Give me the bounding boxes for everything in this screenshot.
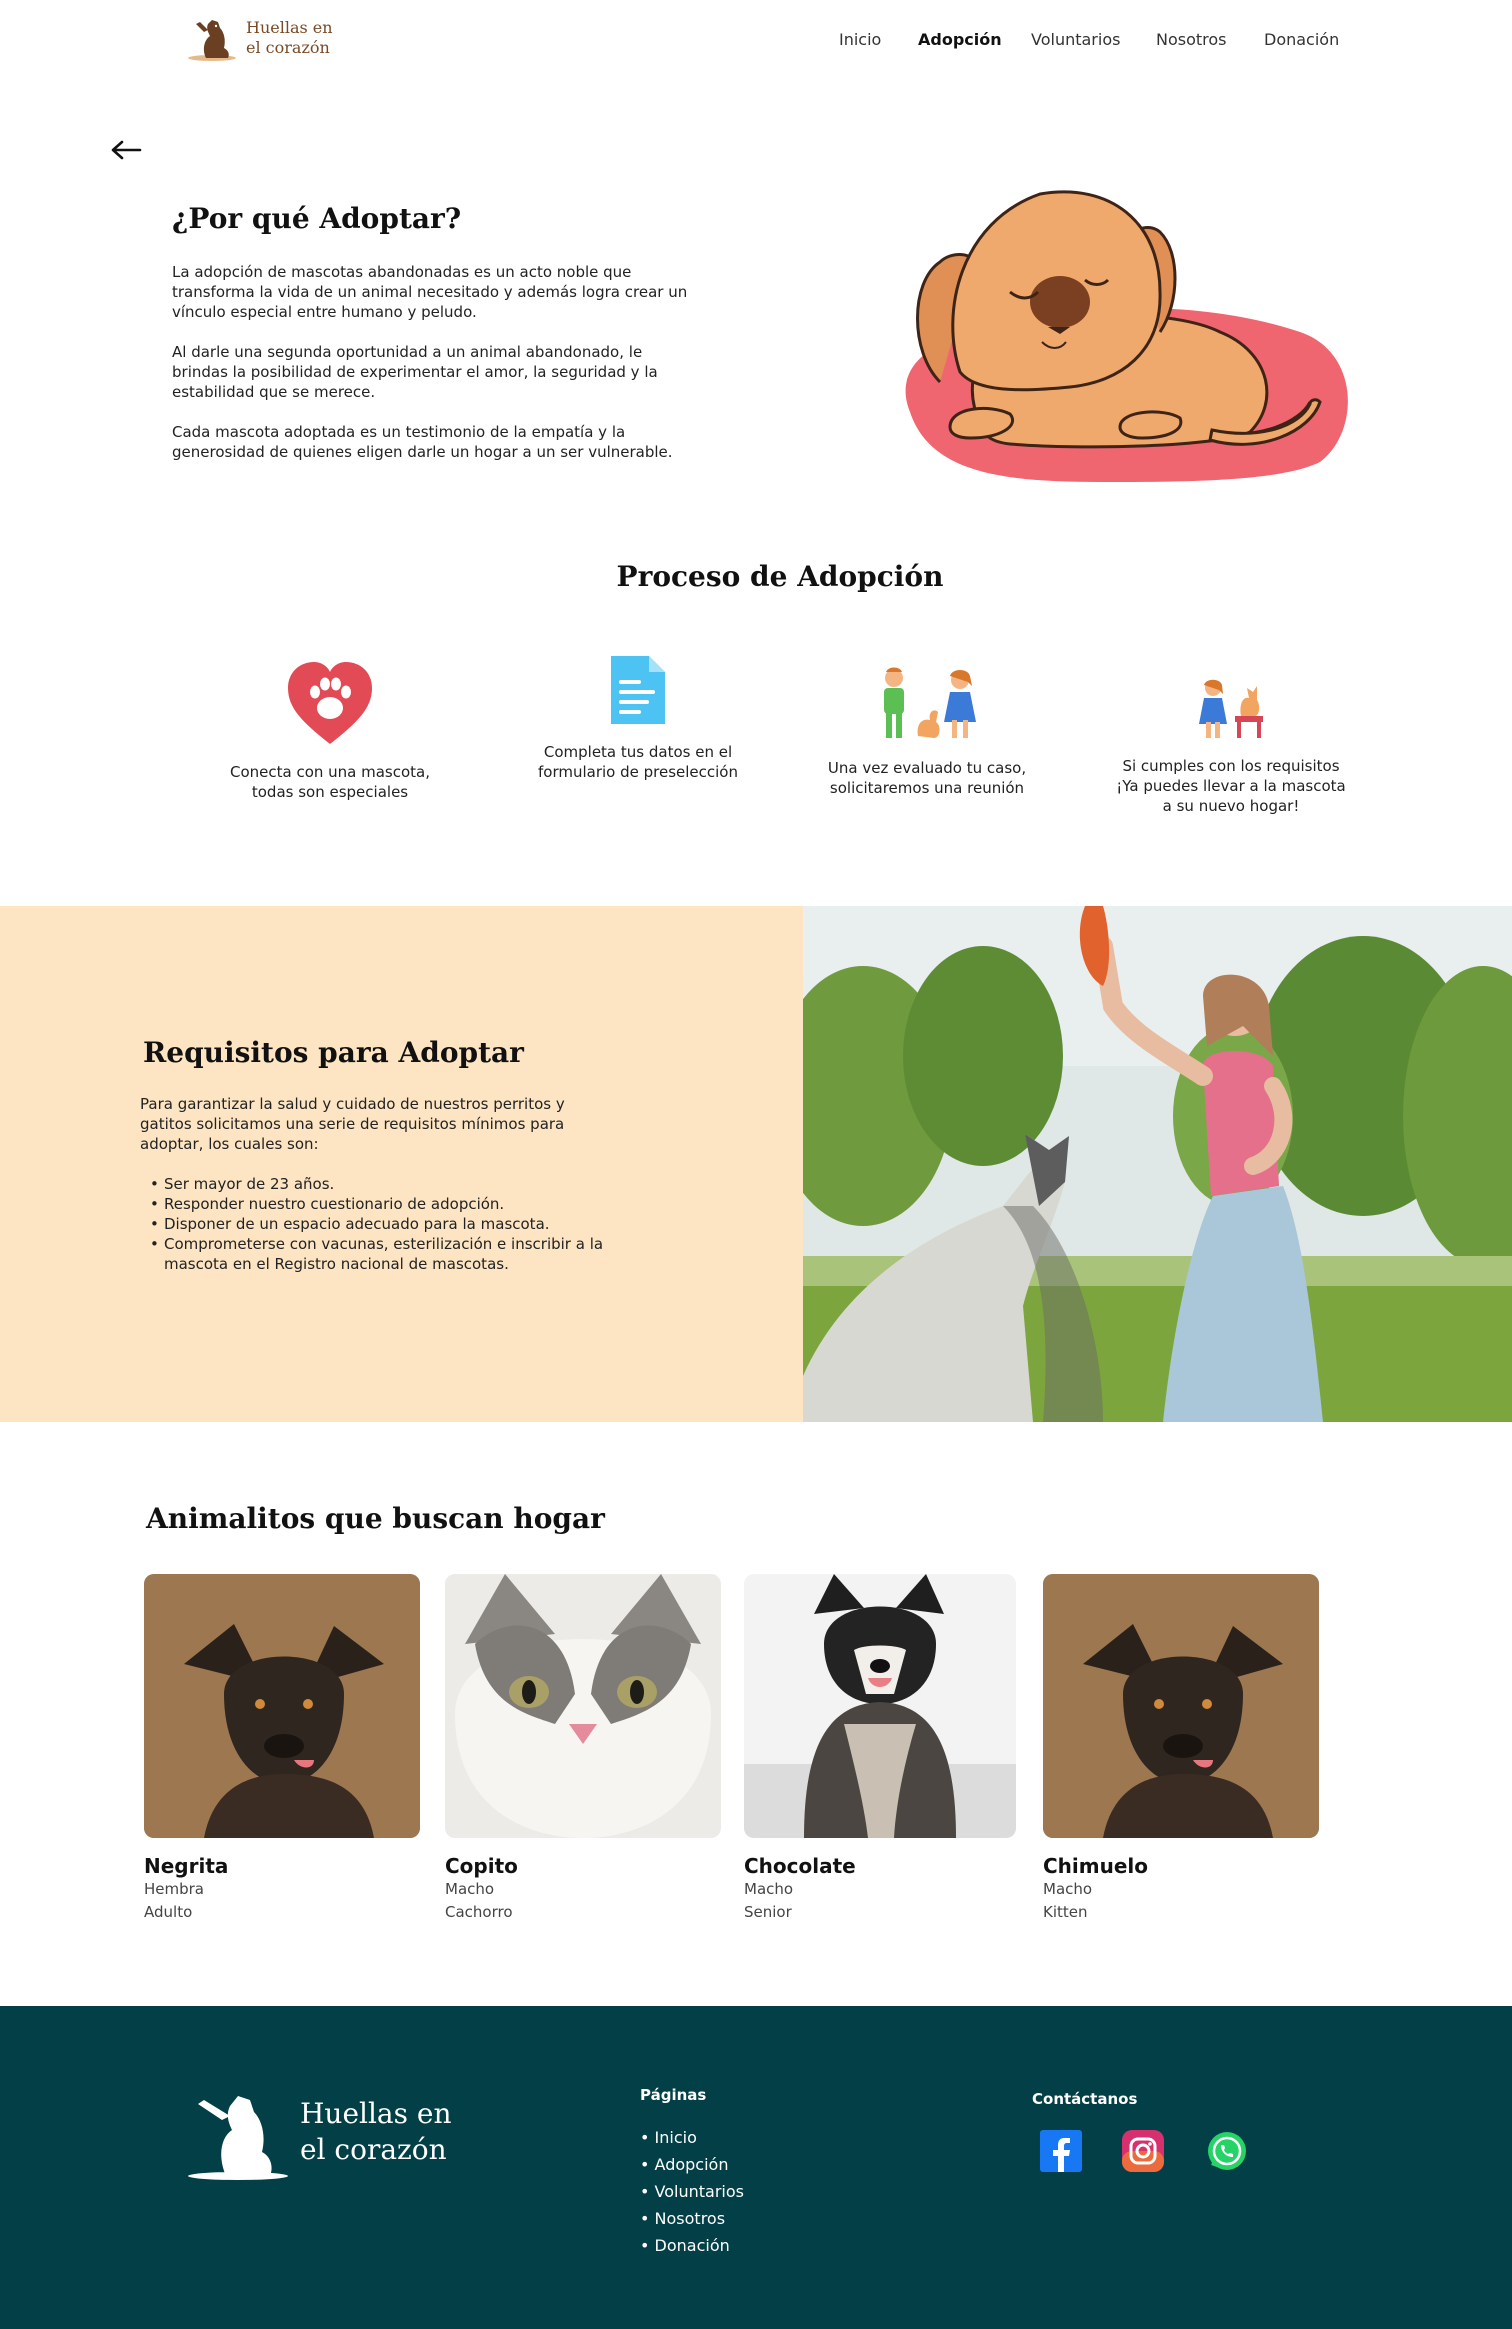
- step-line: formulario de preselección: [537, 763, 738, 781]
- pet-card[interactable]: Chocolate Macho Senior: [744, 1574, 1016, 1924]
- pet-age: Cachorro: [445, 1903, 513, 1921]
- step-line: Completa tus datos en el: [543, 743, 733, 761]
- whatsapp-icon[interactable]: [1206, 2130, 1248, 2172]
- process-step-label: Completa tus datos en el formulario de p…: [508, 742, 768, 782]
- pet-age: Adulto: [144, 1903, 193, 1921]
- requirement-item: Comprometerse con vacunas, esterilizació…: [150, 1234, 644, 1274]
- why-adopt-title: ¿Por qué Adoptar?: [172, 202, 462, 235]
- why-adopt-text: La adopción de mascotas abandonadas es u…: [172, 262, 692, 482]
- process-step: Completa tus datos en el formulario de p…: [508, 652, 768, 782]
- dog-logo-icon: [188, 20, 236, 61]
- nav-item-nosotros[interactable]: Nosotros: [1156, 30, 1227, 49]
- pet-sex: Hembra: [144, 1880, 204, 1898]
- pet-name: Copito: [445, 1854, 518, 1878]
- dog-logo-icon: [188, 2096, 288, 2180]
- pet-photo: [144, 1574, 420, 1838]
- requirements-title: Requisitos para Adoptar: [143, 1036, 524, 1069]
- footer-link-donacion[interactable]: Donación: [640, 2232, 744, 2259]
- pet-name: Chimuelo: [1043, 1854, 1149, 1878]
- paw-heart-icon: [288, 662, 372, 744]
- process-step: Si cumples con los requisitos ¡Ya puedes…: [1101, 676, 1361, 816]
- process-step-label: Conecta con una mascota, todas son espec…: [200, 762, 460, 802]
- nav-item-donacion[interactable]: Donación: [1264, 30, 1339, 49]
- new-home-icon: [1199, 679, 1263, 738]
- requirement-item: Ser mayor de 23 años.: [150, 1174, 644, 1194]
- nav-item-voluntarios[interactable]: Voluntarios: [1031, 30, 1120, 49]
- step-line: Una vez evaluado tu caso,: [827, 759, 1027, 777]
- nav-item-adopcion[interactable]: Adopción: [918, 30, 1002, 49]
- pet-photo: [445, 1574, 721, 1838]
- instagram-icon[interactable]: [1122, 2130, 1164, 2172]
- facebook-icon[interactable]: [1040, 2130, 1082, 2172]
- step-line: ¡Ya puedes llevar a la mascota: [1116, 777, 1346, 795]
- process-title: Proceso de Adopción: [616, 560, 944, 593]
- requirements-panel: [0, 906, 803, 1422]
- step-line: Conecta con una mascota,: [229, 763, 431, 781]
- pet-card[interactable]: Negrita Hembra Adulto: [144, 1574, 420, 1924]
- pet-card[interactable]: Chimuelo Macho Kitten: [1043, 1574, 1319, 1924]
- requirements-intro: Para garantizar la salud y cuidado de nu…: [140, 1095, 565, 1153]
- footer-pages-title: Páginas: [640, 2086, 707, 2104]
- brand-name-line1: Huellas en: [246, 18, 333, 37]
- brand-name-line2: el corazón: [246, 38, 330, 57]
- pet-sex: Macho: [744, 1880, 794, 1898]
- pet-photo: [744, 1574, 1016, 1838]
- pets-title: Animalitos que buscan hogar: [146, 1502, 605, 1535]
- meeting-icon: [884, 667, 976, 738]
- process-step-label: Si cumples con los requisitos ¡Ya puedes…: [1101, 756, 1361, 816]
- pet-photo: [1043, 1574, 1319, 1838]
- site-header: Huellas en el corazón Inicio Adopción Vo…: [0, 0, 1512, 84]
- footer-link-voluntarios[interactable]: Voluntarios: [640, 2178, 744, 2205]
- footer-brand-line2: el corazón: [300, 2133, 447, 2166]
- pet-name: Negrita: [144, 1854, 229, 1878]
- pet-card[interactable]: Copito Macho Cachorro: [445, 1574, 721, 1924]
- site-footer: Huellas en el corazón Páginas Inicio Ado…: [0, 2006, 1512, 2329]
- step-line: Si cumples con los requisitos: [1122, 757, 1340, 775]
- brand-logo[interactable]: Huellas en el corazón: [184, 14, 333, 62]
- pet-age: Kitten: [1043, 1903, 1088, 1921]
- requirements-list: Ser mayor de 23 años. Responder nuestro …: [150, 1174, 644, 1274]
- page: { "brand": { "name_line1": "Huellas en",…: [0, 0, 1512, 2329]
- pet-sex: Macho: [1043, 1880, 1093, 1898]
- requirement-item: Responder nuestro cuestionario de adopci…: [150, 1194, 644, 1214]
- step-line: a su nuevo hogar!: [1162, 797, 1300, 815]
- footer-contact-title: Contáctanos: [1032, 2090, 1138, 2108]
- footer-pages-list: Inicio Adopción Voluntarios Nosotros Don…: [640, 2124, 744, 2259]
- why-paragraph: La adopción de mascotas abandonadas es u…: [172, 263, 688, 321]
- pet-age: Senior: [744, 1903, 792, 1921]
- requirement-item: Disponer de un espacio adecuado para la …: [150, 1214, 644, 1234]
- step-line: todas son especiales: [251, 783, 409, 801]
- footer-link-inicio[interactable]: Inicio: [640, 2124, 744, 2151]
- process-step: Una vez evaluado tu caso, solicitaremos …: [797, 664, 1057, 798]
- document-icon: [611, 656, 665, 724]
- nav-item-inicio[interactable]: Inicio: [839, 30, 881, 49]
- footer-link-nosotros[interactable]: Nosotros: [640, 2205, 744, 2232]
- process-step-label: Una vez evaluado tu caso, solicitaremos …: [797, 758, 1057, 798]
- woman-playing-with-dog-photo: [803, 906, 1512, 1422]
- pet-sex: Macho: [445, 1880, 495, 1898]
- arrow-left-icon[interactable]: [110, 138, 142, 162]
- sleeping-dog-illustration: [905, 190, 1348, 482]
- footer-link-adopcion[interactable]: Adopción: [640, 2151, 744, 2178]
- step-line: solicitaremos una reunión: [829, 779, 1025, 797]
- why-paragraph: Al darle una segunda oportunidad a un an…: [172, 343, 658, 401]
- process-step: Conecta con una mascota, todas son espec…: [200, 658, 460, 802]
- why-paragraph: Cada mascota adoptada es un testimonio d…: [172, 423, 673, 461]
- footer-brand-name: Huellas en el corazón: [300, 2096, 452, 2168]
- footer-brand-line1: Huellas en: [300, 2097, 452, 2130]
- pet-name: Chocolate: [744, 1854, 856, 1878]
- brand-name: Huellas en el corazón: [246, 18, 333, 58]
